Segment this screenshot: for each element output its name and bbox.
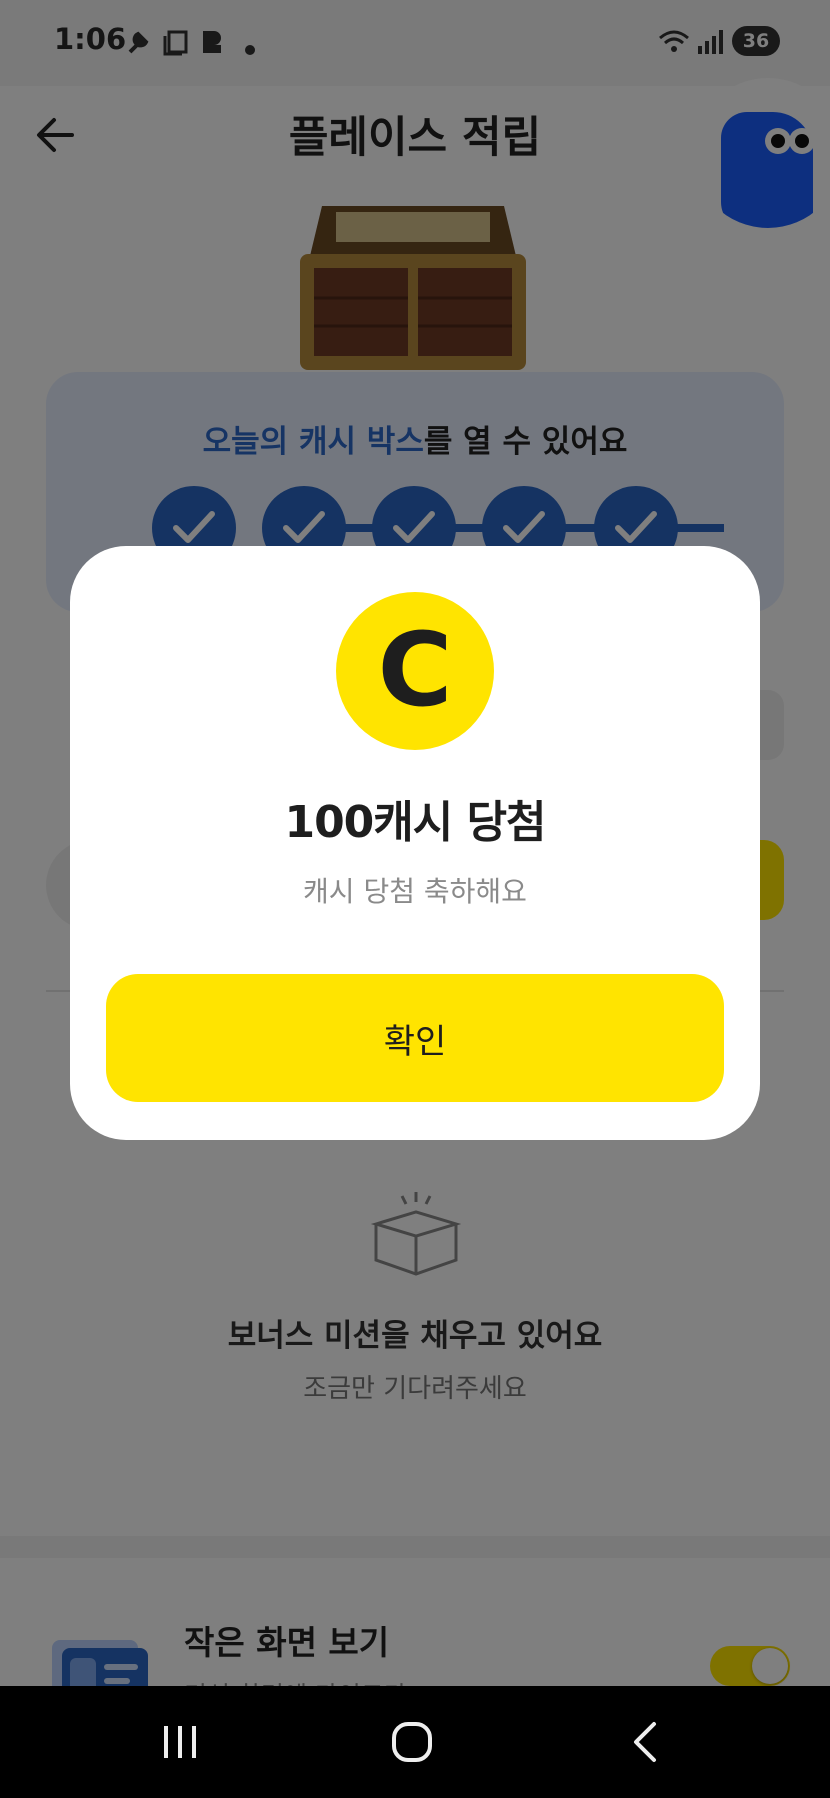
recent-apps-icon[interactable]: [160, 1722, 200, 1762]
system-nav-bar: [0, 1686, 830, 1798]
nav-back-icon[interactable]: [628, 1720, 660, 1764]
modal-title: 100캐시 당첨: [284, 797, 546, 848]
home-icon[interactable]: [390, 1720, 434, 1764]
coin-letter: C: [377, 611, 453, 730]
confirm-button[interactable]: 확인: [106, 974, 724, 1102]
reward-modal: C 100캐시 당첨 캐시 당첨 축하해요 확인: [70, 546, 760, 1140]
coin-icon: C: [336, 592, 494, 750]
modal-subtitle: 캐시 당첨 축하해요: [303, 875, 527, 908]
